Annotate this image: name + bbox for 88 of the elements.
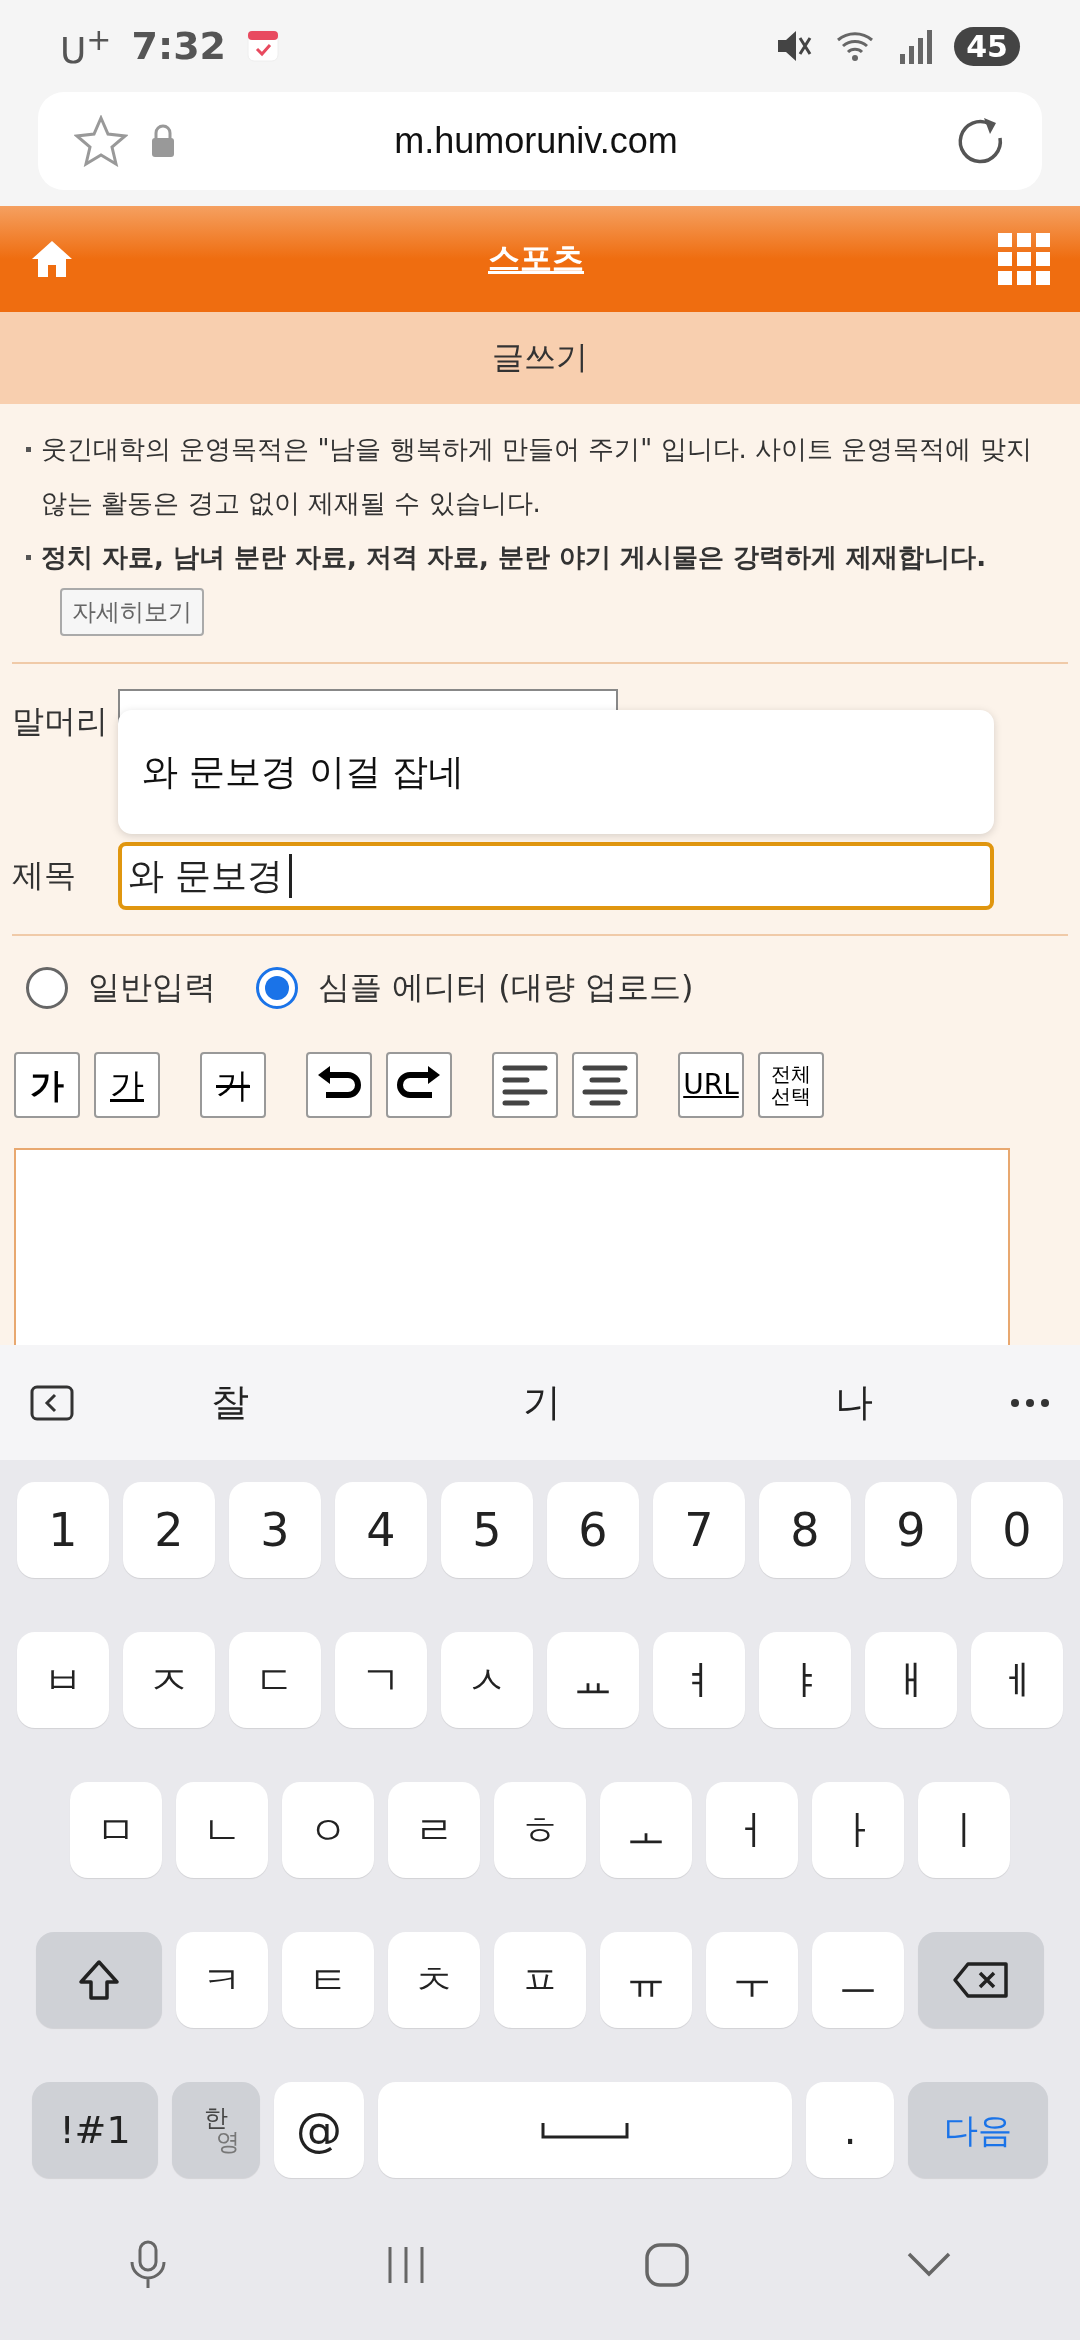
backspace-icon (952, 1960, 1010, 2000)
keyboard-key[interactable]: ㄷ (229, 1632, 321, 1728)
url-button[interactable]: URL (678, 1052, 744, 1118)
title-input[interactable]: 와 문보경 (118, 842, 994, 910)
shift-icon (77, 1958, 121, 2002)
keyboard-key[interactable]: ㅑ (759, 1632, 851, 1728)
keyboard-key[interactable]: 4 (335, 1482, 427, 1578)
autocomplete-menu[interactable]: 와 문보경 이걸 잡네 (118, 710, 994, 834)
space-icon (540, 2120, 630, 2140)
keyboard-key[interactable]: ㅅ (441, 1632, 533, 1728)
undo-button[interactable] (306, 1052, 372, 1118)
bullet-icon (26, 447, 31, 452)
keyboard-key[interactable]: 1 (17, 1482, 109, 1578)
backspace-key[interactable] (918, 1932, 1044, 2028)
address-bar[interactable]: m.humoruniv.com (38, 92, 1042, 190)
keyboard-key[interactable]: ㅐ (865, 1632, 957, 1728)
page-title: 글쓰기 (492, 337, 588, 378)
keyboard-key[interactable]: ㅣ (918, 1782, 1010, 1878)
keyboard-key[interactable]: ㅡ (812, 1932, 904, 2028)
keyboard-key[interactable]: ㅌ (282, 1932, 374, 2028)
radio-button[interactable] (26, 967, 68, 1009)
calendar-icon (246, 29, 281, 63)
field-label: 제목 (12, 855, 77, 896)
star-icon (74, 115, 128, 167)
keyboard-key[interactable]: 7 (653, 1482, 745, 1578)
radio-label: 심플 에디터 (대량 업로드) (318, 967, 694, 1008)
keyboard-key[interactable]: 9 (865, 1482, 957, 1578)
keyboard-key[interactable]: ㅓ (706, 1782, 798, 1878)
symbols-key[interactable]: !#1 (32, 2082, 158, 2178)
select-all-button[interactable]: 전체 선택 (758, 1052, 824, 1118)
home-button-icon[interactable] (644, 2242, 690, 2288)
align-center-button[interactable] (572, 1052, 638, 1118)
more-icon[interactable] (1010, 1397, 1050, 1408)
radio-label: 일반입력 (88, 967, 216, 1008)
bullet-icon (26, 555, 31, 560)
word-suggestion[interactable]: 기 (386, 1377, 698, 1428)
notice-text: 정치 자료, 남녀 분란 자료, 저격 자료, 분란 야기 게시물은 강력하게 제재합니다. (41, 541, 987, 574)
align-center-icon (582, 1064, 628, 1106)
underline-button[interactable]: 가 (94, 1052, 160, 1118)
keyboard-key[interactable]: ㅎ (494, 1782, 586, 1878)
keyboard-key[interactable]: ㅗ (600, 1782, 692, 1878)
keyboard-key[interactable]: ㅋ (176, 1932, 268, 2028)
keyboard-key[interactable]: ㅕ (653, 1632, 745, 1728)
lock-icon (150, 123, 176, 159)
align-left-button[interactable] (492, 1052, 558, 1118)
keyboard-key[interactable]: 5 (441, 1482, 533, 1578)
keyboard-key[interactable]: 8 (759, 1482, 851, 1578)
keyboard-key[interactable]: 6 (547, 1482, 639, 1578)
align-left-icon (502, 1064, 548, 1106)
keyboard-key[interactable]: ㅏ (812, 1782, 904, 1878)
keyboard-key[interactable]: ㅜ (706, 1932, 798, 2028)
keyboard-key[interactable]: ㅛ (547, 1632, 639, 1728)
redo-button[interactable] (386, 1052, 452, 1118)
field-label: 말머리 (12, 701, 109, 742)
keyboard-key[interactable]: 0 (971, 1482, 1063, 1578)
keyboard-key[interactable]: ㄴ (176, 1782, 268, 1878)
keyboard-key[interactable]: ㅂ (17, 1632, 109, 1728)
clock: 7:32 (131, 24, 227, 68)
shift-key[interactable] (36, 1932, 162, 2028)
strikethrough-button[interactable]: 가 (200, 1052, 266, 1118)
details-button[interactable]: 자세히보기 (60, 588, 204, 636)
keyboard-key[interactable]: ㄱ (335, 1632, 427, 1728)
word-suggestion[interactable]: 나 (698, 1377, 1010, 1428)
collapse-icon[interactable] (30, 1384, 74, 1421)
url-text: m.humoruniv.com (393, 120, 679, 162)
word-suggestion[interactable]: 찰 (74, 1377, 386, 1428)
carrier-label: U$^{+}$ (60, 21, 112, 71)
bold-button[interactable]: 가 (14, 1052, 80, 1118)
language-key[interactable]: 한 영 (172, 2082, 260, 2178)
microphone-icon[interactable] (128, 2240, 168, 2290)
keyboard-key[interactable]: ㅊ (388, 1932, 480, 2028)
at-key[interactable]: @ (274, 2082, 364, 2178)
period-key[interactable]: . (806, 2082, 894, 2178)
keyboard-key[interactable]: 2 (123, 1482, 215, 1578)
home-icon[interactable] (30, 239, 74, 279)
keyboard-key[interactable]: ㄹ (388, 1782, 480, 1878)
keyboard-key[interactable]: ㅍ (494, 1932, 586, 2028)
keyboard-key[interactable]: ㅈ (123, 1632, 215, 1728)
back-icon[interactable] (906, 2251, 952, 2279)
radio-button[interactable] (256, 967, 298, 1009)
keyboard-key[interactable]: 3 (229, 1482, 321, 1578)
keyboard-key[interactable]: ㅔ (971, 1632, 1063, 1728)
battery-level: 45 (954, 26, 1020, 66)
notice-text: 웃긴대학의 운영목적은 "남을 행복하게 만들어 주기" 입니다. 사이트 운영목적에 맞지 않는 활동은 경고 없이 제재될 수 있습니다. (41, 433, 1033, 520)
keyboard-key[interactable]: ㅁ (70, 1782, 162, 1878)
grid-menu-icon[interactable] (998, 233, 1050, 285)
keyboard-key[interactable]: ㅠ (600, 1932, 692, 2028)
keyboard-key[interactable]: ㅇ (282, 1782, 374, 1878)
